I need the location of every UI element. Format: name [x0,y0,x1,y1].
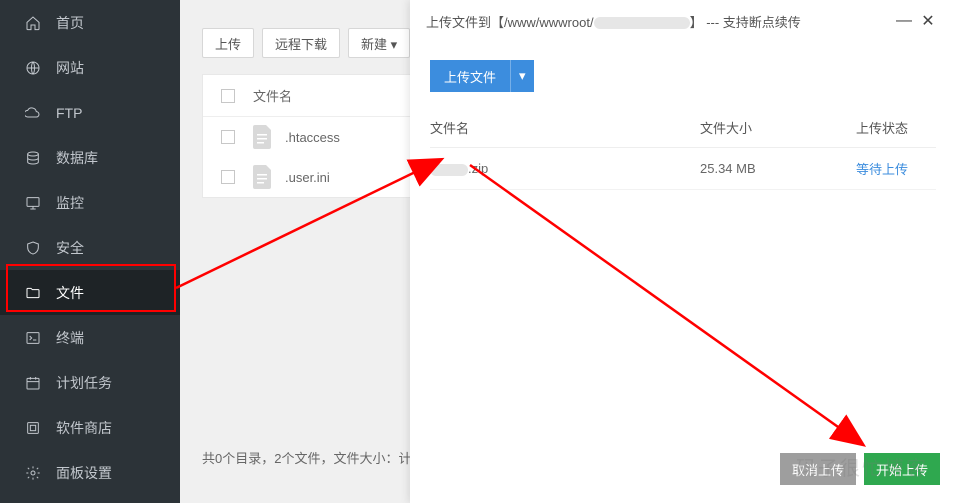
upload-file-size: 25.34 MB [700,161,856,176]
sidebar-item-security[interactable]: 安全 [0,225,180,270]
file-icon [253,165,273,189]
minimize-icon[interactable]: — [892,12,916,30]
sidebar-item-home[interactable]: 首页 [0,0,180,45]
sidebar-item-site[interactable]: 网站 [0,45,180,90]
row-checkbox[interactable] [221,130,235,144]
monitor-icon [24,194,42,212]
sidebar-item-cron[interactable]: 计划任务 [0,360,180,405]
file-name: .user.ini [285,170,330,185]
file-name: .htaccess [285,130,340,145]
dialog-header: 上传文件到【/www/wwwroot/】 --- 支持断点续传 — ✕ [410,0,956,42]
sidebar-item-store[interactable]: 软件商店 [0,405,180,450]
globe-icon [24,59,42,77]
sidebar-item-label: 终端 [56,328,84,348]
new-button[interactable]: 新建 ▾ [348,28,410,58]
upload-file-name: .zip [430,161,700,176]
sidebar-item-label: 计划任务 [56,373,112,393]
terminal-icon [24,329,42,347]
upload-dropdown-icon[interactable]: ▾ [510,60,534,92]
cancel-upload-button[interactable]: 取消上传 [780,453,856,485]
upload-file-button-group: 上传文件 ▾ [430,60,534,92]
upload-button[interactable]: 上传 [202,28,254,58]
sidebar-item-label: FTP [56,105,82,121]
gear-icon [24,464,42,482]
row-checkbox[interactable] [221,170,235,184]
sidebar-item-label: 网站 [56,58,84,78]
upload-table-head: 文件名 文件大小 上传状态 [430,112,936,148]
sidebar-item-settings[interactable]: 面板设置 [0,450,180,495]
store-icon [24,419,42,437]
sidebar-item-label: 首页 [56,13,84,33]
masked-path [594,17,690,29]
sidebar-item-terminal[interactable]: 终端 [0,315,180,360]
sidebar-item-label: 数据库 [56,148,98,168]
ucol-header-name: 文件名 [430,118,700,137]
database-icon [24,149,42,167]
ucol-header-status: 上传状态 [856,118,936,137]
dialog-body: 上传文件 ▾ 文件名 文件大小 上传状态 .zip 25.34 MB 等待上传 [410,42,956,208]
ucol-header-size: 文件大小 [700,118,856,137]
sidebar-item-files[interactable]: 文件 [0,270,180,315]
sidebar-item-label: 软件商店 [56,418,112,438]
upload-row[interactable]: .zip 25.34 MB 等待上传 [430,148,936,190]
ftp-icon [24,104,42,122]
sidebar-item-label: 文件 [56,283,84,303]
dialog-footer: 取消上传 开始上传 [780,453,940,485]
upload-file-status: 等待上传 [856,159,936,178]
shield-icon [24,239,42,257]
sidebar-item-ftp[interactable]: FTP [0,90,180,135]
sidebar-item-label: 监控 [56,193,84,213]
upload-dialog: 上传文件到【/www/wwwroot/】 --- 支持断点续传 — ✕ 上传文件… [410,0,956,503]
upload-file-button[interactable]: 上传文件 [430,60,510,92]
masked-filename [430,164,468,176]
close-icon[interactable]: ✕ [916,11,940,31]
remote-download-button[interactable]: 远程下载 [262,28,340,58]
sidebar-item-database[interactable]: 数据库 [0,135,180,180]
sidebar-item-monitor[interactable]: 监控 [0,180,180,225]
file-icon [253,125,273,149]
calendar-icon [24,374,42,392]
start-upload-button[interactable]: 开始上传 [864,453,940,485]
sidebar-item-label: 安全 [56,238,84,258]
dialog-title: 上传文件到【/www/wwwroot/】 --- 支持断点续传 [426,12,892,31]
sidebar-item-label: 面板设置 [56,463,112,483]
folder-icon [24,284,42,302]
sidebar: 首页 网站 FTP 数据库 监控 安全 文件 终端 计划任务 软件商店 面板设置 [0,0,180,503]
select-all-checkbox[interactable] [221,89,235,103]
home-icon [24,14,42,32]
